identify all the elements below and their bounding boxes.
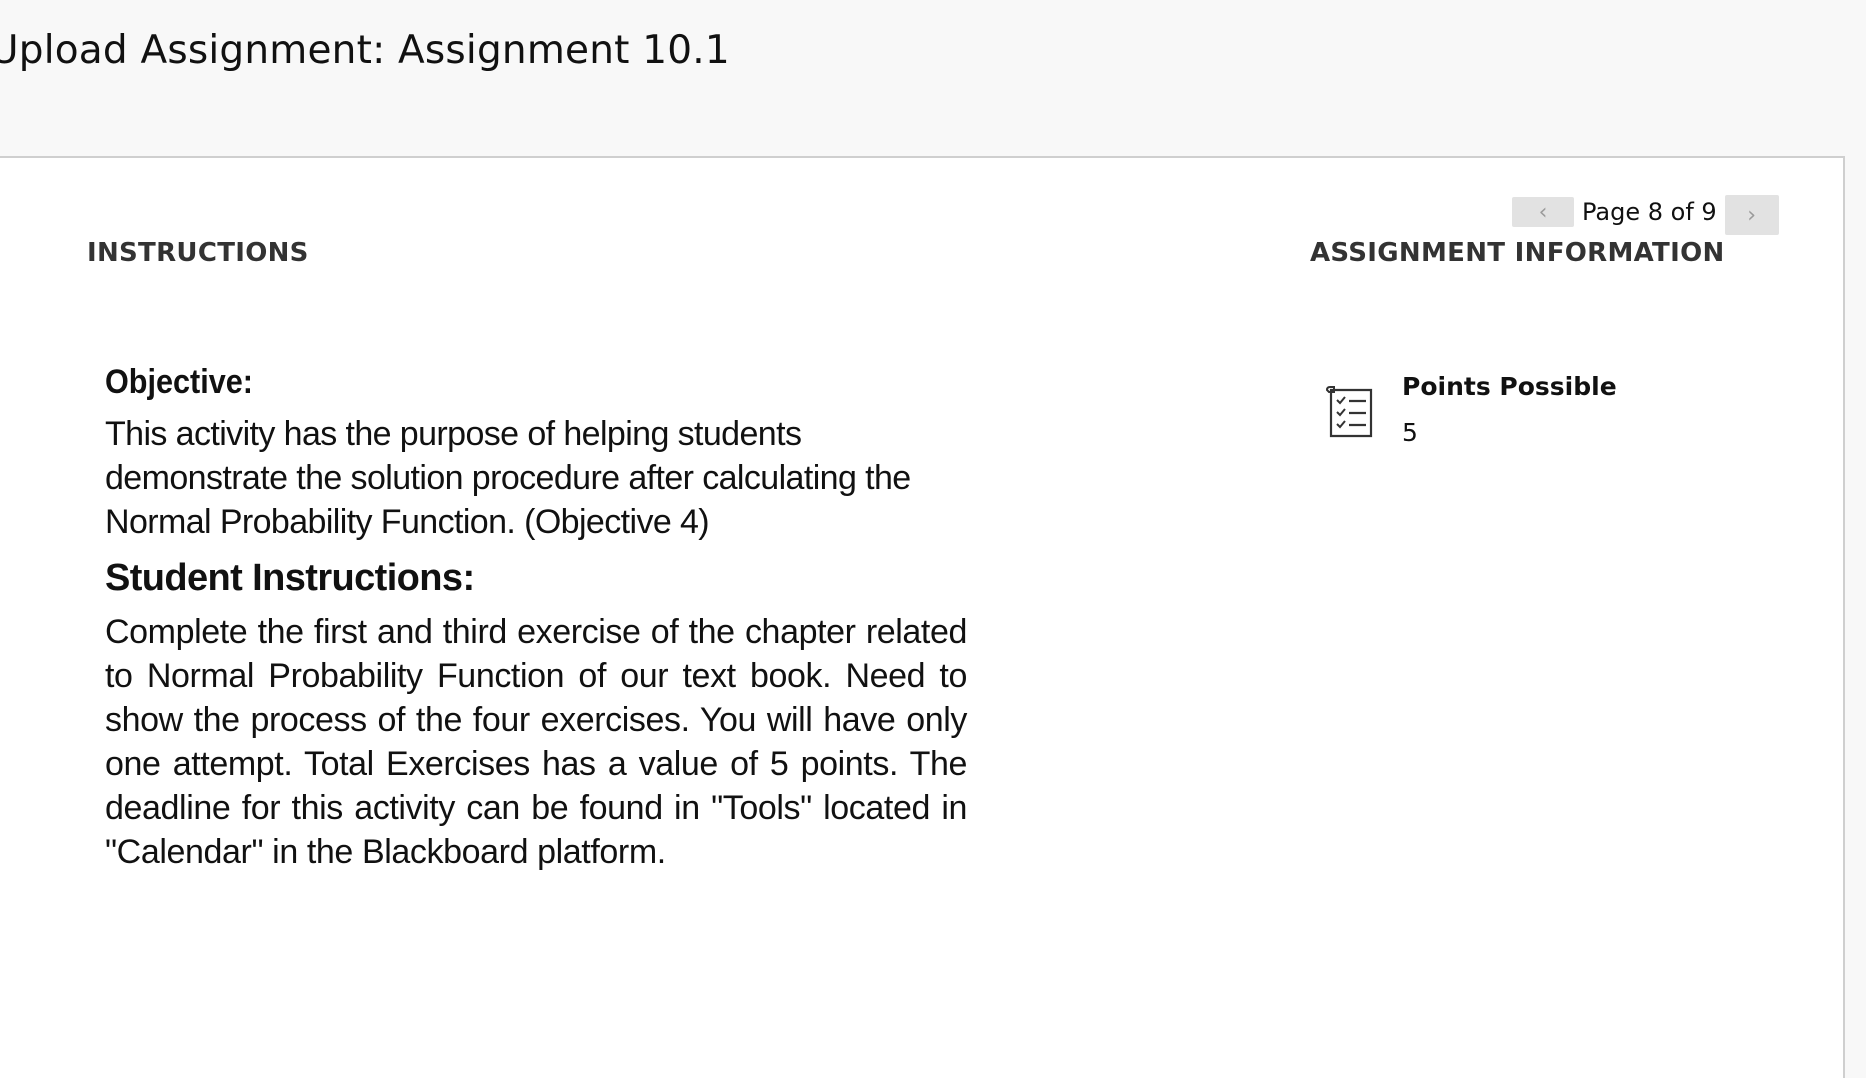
student-instructions-heading: Student Instructions:: [105, 557, 475, 599]
page-title: Upload Assignment: Assignment 10.1: [0, 28, 730, 73]
next-page-button[interactable]: ›: [1724, 195, 1779, 235]
objective-text: This activity has the purpose of helping…: [105, 415, 911, 541]
instructions-content: Objective: This activity has the purpose…: [105, 360, 967, 874]
points-possible-value: 5: [1402, 418, 1418, 447]
student-instructions-text: Complete the first and third exercise of…: [105, 613, 967, 871]
instructions-heading: INSTRUCTIONS: [87, 238, 309, 268]
checklist-icon: [1325, 386, 1381, 444]
objective-heading: Objective:: [105, 363, 253, 401]
points-possible-item: Points Possible 5: [1325, 370, 1617, 448]
chevron-left-icon: ‹: [1538, 199, 1548, 225]
assignment-information-heading: ASSIGNMENT INFORMATION: [1310, 238, 1725, 268]
points-possible-label: Points Possible: [1402, 372, 1617, 401]
pagination: ‹ Page 8 of 9 ›: [1512, 195, 1779, 235]
previous-page-button[interactable]: ‹: [1512, 197, 1574, 227]
page-header: Upload Assignment: Assignment 10.1: [0, 0, 1866, 157]
chevron-right-icon: ›: [1747, 202, 1757, 228]
page-indicator: Page 8 of 9: [1582, 198, 1717, 226]
